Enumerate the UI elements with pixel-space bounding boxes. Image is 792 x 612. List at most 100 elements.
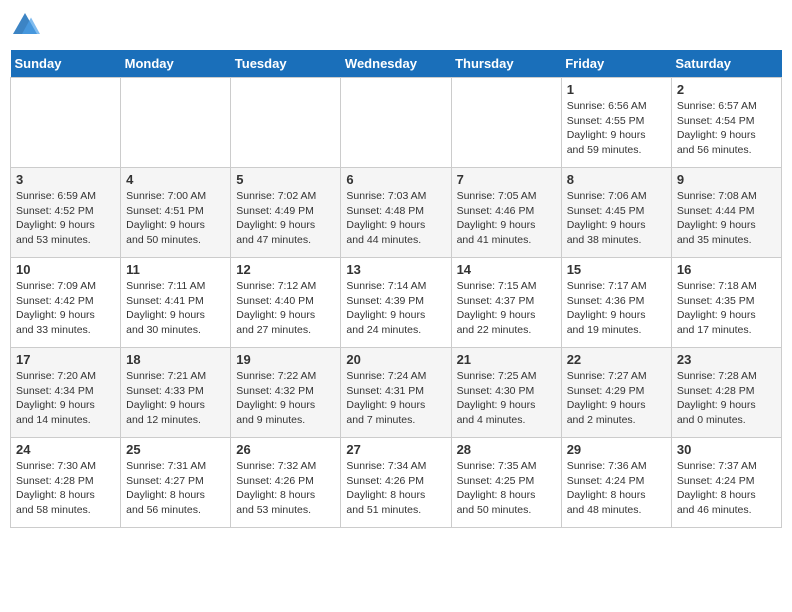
day-number: 11	[126, 262, 225, 277]
calendar-cell: 12 Sunrise: 7:12 AM Sunset: 4:40 PM Dayli…	[231, 258, 341, 348]
weekday-header: Monday	[121, 50, 231, 78]
calendar-cell	[231, 78, 341, 168]
calendar-cell	[341, 78, 451, 168]
day-number: 13	[346, 262, 445, 277]
day-number: 5	[236, 172, 335, 187]
day-info: Sunrise: 7:20 AM Sunset: 4:34 PM Dayligh…	[16, 369, 115, 428]
calendar-header: SundayMondayTuesdayWednesdayThursdayFrid…	[11, 50, 782, 78]
calendar-cell: 27 Sunrise: 7:34 AM Sunset: 4:26 PM Dayli…	[341, 438, 451, 528]
day-info: Sunrise: 7:30 AM Sunset: 4:28 PM Dayligh…	[16, 459, 115, 518]
calendar-week-row: 10 Sunrise: 7:09 AM Sunset: 4:42 PM Dayli…	[11, 258, 782, 348]
calendar-cell: 4Sunrise: 7:00 AM Sunset: 4:51 PM Daylig…	[121, 168, 231, 258]
day-info: Sunrise: 7:32 AM Sunset: 4:26 PM Dayligh…	[236, 459, 335, 518]
day-info: Sunrise: 7:28 AM Sunset: 4:28 PM Dayligh…	[677, 369, 776, 428]
day-number: 28	[457, 442, 556, 457]
day-number: 12	[236, 262, 335, 277]
calendar-week-row: 1 Sunrise: 6:56 AM Sunset: 4:55 PM Daylig…	[11, 78, 782, 168]
day-info: Sunrise: 7:27 AM Sunset: 4:29 PM Dayligh…	[567, 369, 666, 428]
calendar-cell: 18Sunrise: 7:21 AM Sunset: 4:33 PM Dayli…	[121, 348, 231, 438]
calendar-cell: 28 Sunrise: 7:35 AM Sunset: 4:25 PM Dayli…	[451, 438, 561, 528]
header-row: SundayMondayTuesdayWednesdayThursdayFrid…	[11, 50, 782, 78]
calendar-cell: 14Sunrise: 7:15 AM Sunset: 4:37 PM Dayli…	[451, 258, 561, 348]
day-info: Sunrise: 7:36 AM Sunset: 4:24 PM Dayligh…	[567, 459, 666, 518]
day-info: Sunrise: 6:57 AM Sunset: 4:54 PM Dayligh…	[677, 99, 776, 158]
day-number: 20	[346, 352, 445, 367]
weekday-header: Tuesday	[231, 50, 341, 78]
day-number: 1	[567, 82, 666, 97]
calendar-cell: 13 Sunrise: 7:14 AM Sunset: 4:39 PM Dayli…	[341, 258, 451, 348]
calendar-cell: 7 Sunrise: 7:05 AM Sunset: 4:46 PM Daylig…	[451, 168, 561, 258]
day-info: Sunrise: 7:05 AM Sunset: 4:46 PM Dayligh…	[457, 189, 556, 248]
day-info: Sunrise: 6:56 AM Sunset: 4:55 PM Dayligh…	[567, 99, 666, 158]
day-info: Sunrise: 7:08 AM Sunset: 4:44 PM Dayligh…	[677, 189, 776, 248]
day-number: 17	[16, 352, 115, 367]
calendar-cell: 5Sunrise: 7:02 AM Sunset: 4:49 PM Daylig…	[231, 168, 341, 258]
page-header	[10, 10, 782, 40]
calendar-cell: 22 Sunrise: 7:27 AM Sunset: 4:29 PM Dayli…	[561, 348, 671, 438]
day-info: Sunrise: 7:14 AM Sunset: 4:39 PM Dayligh…	[346, 279, 445, 338]
calendar-cell: 23 Sunrise: 7:28 AM Sunset: 4:28 PM Dayli…	[671, 348, 781, 438]
calendar-week-row: 3 Sunrise: 6:59 AM Sunset: 4:52 PM Daylig…	[11, 168, 782, 258]
day-number: 30	[677, 442, 776, 457]
day-info: Sunrise: 7:37 AM Sunset: 4:24 PM Dayligh…	[677, 459, 776, 518]
calendar-cell: 25 Sunrise: 7:31 AM Sunset: 4:27 PM Dayli…	[121, 438, 231, 528]
day-number: 23	[677, 352, 776, 367]
weekday-header: Saturday	[671, 50, 781, 78]
day-number: 26	[236, 442, 335, 457]
day-info: Sunrise: 7:25 AM Sunset: 4:30 PM Dayligh…	[457, 369, 556, 428]
calendar-cell: 21 Sunrise: 7:25 AM Sunset: 4:30 PM Dayli…	[451, 348, 561, 438]
day-info: Sunrise: 7:31 AM Sunset: 4:27 PM Dayligh…	[126, 459, 225, 518]
calendar-cell: 19Sunrise: 7:22 AM Sunset: 4:32 PM Dayli…	[231, 348, 341, 438]
day-info: Sunrise: 7:35 AM Sunset: 4:25 PM Dayligh…	[457, 459, 556, 518]
calendar-cell: 11 Sunrise: 7:11 AM Sunset: 4:41 PM Dayli…	[121, 258, 231, 348]
day-number: 24	[16, 442, 115, 457]
calendar-cell: 6 Sunrise: 7:03 AM Sunset: 4:48 PM Daylig…	[341, 168, 451, 258]
calendar-cell: 2 Sunrise: 6:57 AM Sunset: 4:54 PM Daylig…	[671, 78, 781, 168]
weekday-header: Thursday	[451, 50, 561, 78]
calendar-cell	[11, 78, 121, 168]
calendar-week-row: 17 Sunrise: 7:20 AM Sunset: 4:34 PM Dayli…	[11, 348, 782, 438]
day-number: 29	[567, 442, 666, 457]
day-info: Sunrise: 7:00 AM Sunset: 4:51 PM Dayligh…	[126, 189, 225, 248]
day-info: Sunrise: 7:11 AM Sunset: 4:41 PM Dayligh…	[126, 279, 225, 338]
calendar-cell: 15Sunrise: 7:17 AM Sunset: 4:36 PM Dayli…	[561, 258, 671, 348]
calendar-cell: 9 Sunrise: 7:08 AM Sunset: 4:44 PM Daylig…	[671, 168, 781, 258]
day-number: 10	[16, 262, 115, 277]
day-info: Sunrise: 7:24 AM Sunset: 4:31 PM Dayligh…	[346, 369, 445, 428]
calendar-cell	[451, 78, 561, 168]
day-info: Sunrise: 7:06 AM Sunset: 4:45 PM Dayligh…	[567, 189, 666, 248]
calendar-cell: 16Sunrise: 7:18 AM Sunset: 4:35 PM Dayli…	[671, 258, 781, 348]
day-number: 9	[677, 172, 776, 187]
day-number: 16	[677, 262, 776, 277]
logo	[10, 10, 44, 40]
day-number: 22	[567, 352, 666, 367]
day-number: 6	[346, 172, 445, 187]
day-info: Sunrise: 7:03 AM Sunset: 4:48 PM Dayligh…	[346, 189, 445, 248]
logo-icon	[10, 10, 40, 40]
day-number: 8	[567, 172, 666, 187]
day-number: 3	[16, 172, 115, 187]
calendar-cell: 30 Sunrise: 7:37 AM Sunset: 4:24 PM Dayli…	[671, 438, 781, 528]
calendar-table: SundayMondayTuesdayWednesdayThursdayFrid…	[10, 50, 782, 528]
day-number: 18	[126, 352, 225, 367]
day-number: 7	[457, 172, 556, 187]
day-number: 2	[677, 82, 776, 97]
day-info: Sunrise: 7:34 AM Sunset: 4:26 PM Dayligh…	[346, 459, 445, 518]
day-number: 21	[457, 352, 556, 367]
day-info: Sunrise: 7:09 AM Sunset: 4:42 PM Dayligh…	[16, 279, 115, 338]
day-info: Sunrise: 7:12 AM Sunset: 4:40 PM Dayligh…	[236, 279, 335, 338]
calendar-cell: 17 Sunrise: 7:20 AM Sunset: 4:34 PM Dayli…	[11, 348, 121, 438]
day-info: Sunrise: 6:59 AM Sunset: 4:52 PM Dayligh…	[16, 189, 115, 248]
day-number: 27	[346, 442, 445, 457]
calendar-cell: 20 Sunrise: 7:24 AM Sunset: 4:31 PM Dayli…	[341, 348, 451, 438]
calendar-cell: 3 Sunrise: 6:59 AM Sunset: 4:52 PM Daylig…	[11, 168, 121, 258]
day-number: 19	[236, 352, 335, 367]
calendar-cell	[121, 78, 231, 168]
calendar-cell: 10 Sunrise: 7:09 AM Sunset: 4:42 PM Dayli…	[11, 258, 121, 348]
calendar-cell: 8 Sunrise: 7:06 AM Sunset: 4:45 PM Daylig…	[561, 168, 671, 258]
day-number: 25	[126, 442, 225, 457]
weekday-header: Wednesday	[341, 50, 451, 78]
day-number: 15	[567, 262, 666, 277]
calendar-cell: 1 Sunrise: 6:56 AM Sunset: 4:55 PM Daylig…	[561, 78, 671, 168]
calendar-body: 1 Sunrise: 6:56 AM Sunset: 4:55 PM Daylig…	[11, 78, 782, 528]
